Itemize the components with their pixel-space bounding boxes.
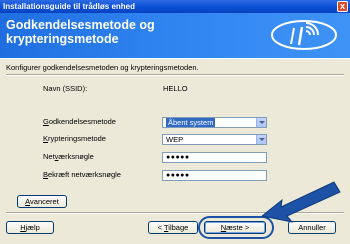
chevron-down-icon[interactable]	[256, 118, 266, 127]
chevron-down-icon[interactable]	[256, 135, 266, 144]
confirm-key-label: Bekræft netværksnøgle	[43, 170, 121, 179]
network-key-field[interactable]: ●●●●●	[162, 152, 267, 163]
encryption-method-select[interactable]: WEP	[162, 134, 267, 145]
advanced-button[interactable]: Avanceret	[17, 195, 67, 208]
instruction-text: Konfigurer godkendelsesmetoden og krypte…	[6, 63, 199, 72]
encryption-method-label: Krypteringsmetode	[43, 134, 106, 143]
back-button[interactable]: < Tilbage	[148, 221, 198, 234]
window-titlebar: Installationsguide til trådløs enhed x	[0, 0, 350, 13]
ssid-value: HELLO	[163, 84, 188, 93]
wizard-header: Godkendelsesmetode og krypteringsmetode	[0, 13, 350, 58]
close-icon[interactable]: x	[337, 1, 348, 12]
ssid-label: Navn (SSID):	[43, 84, 88, 93]
confirm-key-field[interactable]: ●●●●●	[162, 170, 267, 181]
network-key-label: Netværksnøgle	[43, 152, 94, 161]
pointer-arrow-icon	[262, 181, 341, 223]
wireless-logo-icon	[271, 20, 337, 50]
page-title: Godkendelsesmetode og krypteringsmetode	[6, 18, 155, 46]
window-title: Installationsguide til trådløs enhed	[3, 2, 136, 11]
help-button[interactable]: Hjælp	[6, 221, 54, 234]
auth-method-label: Godkendelsesmetode	[43, 117, 116, 126]
auth-method-select[interactable]: Åbent system	[162, 117, 267, 128]
divider-top	[6, 74, 344, 76]
